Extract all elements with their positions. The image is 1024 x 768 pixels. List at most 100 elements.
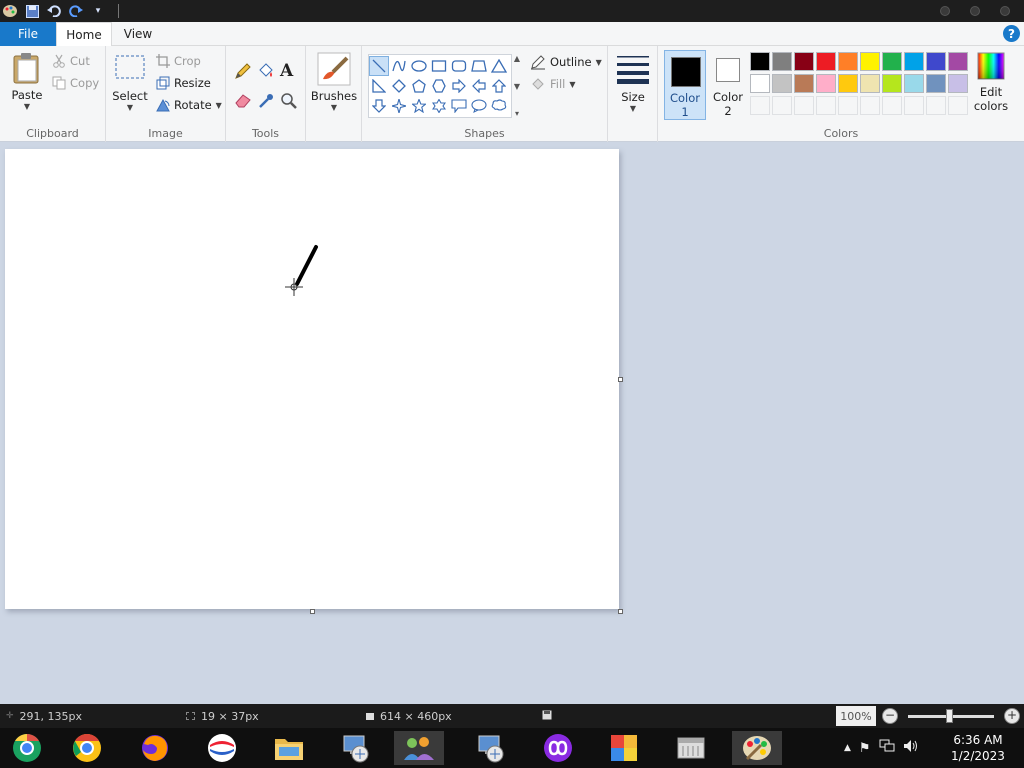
color-swatch[interactable] — [948, 74, 968, 93]
cut-button[interactable]: Cut — [52, 54, 90, 68]
hotspot-shield-icon[interactable] — [197, 731, 247, 765]
color-swatch[interactable] — [904, 52, 924, 71]
file-explorer-icon[interactable] — [264, 731, 314, 765]
chrome-icon[interactable] — [62, 731, 112, 765]
expand-gallery-icon[interactable]: ▾ — [515, 109, 519, 118]
brushes-button[interactable]: Brushes ▼ — [311, 52, 357, 112]
eraser-icon[interactable] — [234, 92, 252, 108]
tab-file[interactable]: File — [0, 22, 56, 46]
color-swatch[interactable] — [816, 74, 836, 93]
color-picker-icon[interactable] — [257, 92, 275, 110]
edit-colors-button[interactable]: Edit colors — [972, 52, 1010, 113]
custom-color-slot[interactable] — [860, 96, 880, 115]
hexagon-shape[interactable] — [429, 76, 449, 96]
custom-color-slot[interactable] — [816, 96, 836, 115]
pentagon-shape[interactable] — [409, 76, 429, 96]
color-swatch[interactable] — [794, 52, 814, 71]
control-panel-icon[interactable] — [599, 731, 649, 765]
rectangle-shape[interactable] — [429, 56, 449, 76]
pencil-icon[interactable] — [234, 62, 252, 80]
color-swatch[interactable] — [750, 52, 770, 71]
fill-bucket-icon[interactable] — [257, 62, 275, 80]
color-swatch[interactable] — [838, 74, 858, 93]
outline-button[interactable]: Outline ▼ — [530, 54, 602, 70]
resize-handle-corner[interactable] — [618, 609, 623, 614]
chrome-canary-icon[interactable] — [2, 731, 52, 765]
rounded-rectangle-shape[interactable] — [449, 56, 469, 76]
firefox-icon[interactable] — [130, 731, 180, 765]
custom-color-slot[interactable] — [772, 96, 792, 115]
custom-color-slot[interactable] — [838, 96, 858, 115]
undo-icon[interactable] — [46, 3, 62, 19]
customize-toolbar-icon[interactable]: ▾ — [90, 3, 106, 19]
drawing-canvas[interactable] — [5, 149, 619, 609]
color-swatch[interactable] — [926, 52, 946, 71]
custom-color-slot[interactable] — [926, 96, 946, 115]
infinity-app-icon[interactable] — [533, 731, 583, 765]
paint-app-icon[interactable] — [2, 3, 18, 19]
color-swatch[interactable] — [772, 52, 792, 71]
copy-button[interactable]: Copy — [52, 76, 99, 90]
network-icon[interactable] — [879, 739, 895, 757]
close-button[interactable] — [1000, 6, 1010, 16]
down-arrow-shape[interactable] — [369, 96, 389, 116]
color-swatch[interactable] — [794, 74, 814, 93]
tab-home[interactable]: Home — [56, 22, 112, 47]
color-swatch[interactable] — [816, 52, 836, 71]
color-swatch[interactable] — [860, 74, 880, 93]
custom-color-slot[interactable] — [794, 96, 814, 115]
color-swatch[interactable] — [882, 74, 902, 93]
up-arrow-shape[interactable] — [489, 76, 509, 96]
zoom-slider-thumb[interactable] — [946, 709, 953, 723]
rotate-button[interactable]: Rotate ▼ — [156, 98, 222, 112]
scroll-up-icon[interactable]: ▲ — [514, 54, 520, 63]
size-button[interactable]: Size ▼ — [614, 54, 652, 113]
cloud-callout-shape[interactable] — [489, 96, 509, 116]
resize-handle-right[interactable] — [618, 377, 623, 382]
paint-taskbar-icon[interactable] — [732, 731, 782, 765]
five-point-star-shape[interactable] — [409, 96, 429, 116]
redo-icon[interactable] — [68, 3, 84, 19]
polygon-shape[interactable] — [469, 56, 489, 76]
color-swatch[interactable] — [772, 74, 792, 93]
color-swatch[interactable] — [904, 74, 924, 93]
crop-button[interactable]: Crop — [156, 54, 201, 68]
right-arrow-shape[interactable] — [449, 76, 469, 96]
custom-color-slot[interactable] — [904, 96, 924, 115]
six-point-star-shape[interactable] — [429, 96, 449, 116]
color1-button[interactable]: Color 1 — [664, 50, 706, 120]
help-icon[interactable]: ? — [1003, 25, 1020, 42]
custom-color-slot[interactable] — [750, 96, 770, 115]
maximize-button[interactable] — [970, 6, 980, 16]
resize-handle-bottom[interactable] — [310, 609, 315, 614]
oval-shape[interactable] — [409, 56, 429, 76]
archive-app-icon[interactable] — [666, 731, 716, 765]
color-swatch[interactable] — [860, 52, 880, 71]
zoom-out-button[interactable]: − — [882, 708, 898, 724]
clock[interactable]: 6:36 AM 1/2/2023 — [944, 732, 1012, 764]
color2-button[interactable]: Color 2 — [708, 50, 748, 120]
color-swatch[interactable] — [926, 74, 946, 93]
select-button[interactable]: Select ▼ — [112, 54, 148, 112]
teamviewer-meeting-icon[interactable] — [394, 731, 444, 765]
custom-color-slot[interactable] — [882, 96, 902, 115]
color-swatch[interactable] — [882, 52, 902, 71]
show-hidden-icons-icon[interactable]: ▲ — [844, 743, 851, 753]
remote-desktop-icon[interactable] — [466, 731, 516, 765]
minimize-button[interactable] — [940, 6, 950, 16]
fill-button[interactable]: Fill ▼ — [530, 76, 576, 92]
rect-callout-shape[interactable] — [449, 96, 469, 116]
volume-icon[interactable] — [903, 739, 919, 757]
magnifier-icon[interactable] — [280, 92, 298, 110]
network-computer-icon[interactable] — [331, 731, 381, 765]
diamond-shape[interactable] — [389, 76, 409, 96]
color-swatch[interactable] — [948, 52, 968, 71]
four-point-star-shape[interactable] — [389, 96, 409, 116]
custom-color-slot[interactable] — [948, 96, 968, 115]
curve-shape[interactable] — [389, 56, 409, 76]
color-swatch[interactable] — [838, 52, 858, 71]
left-arrow-shape[interactable] — [469, 76, 489, 96]
scroll-down-icon[interactable]: ▼ — [514, 82, 520, 91]
text-tool-icon[interactable]: A — [280, 61, 293, 81]
save-icon[interactable] — [24, 3, 40, 19]
